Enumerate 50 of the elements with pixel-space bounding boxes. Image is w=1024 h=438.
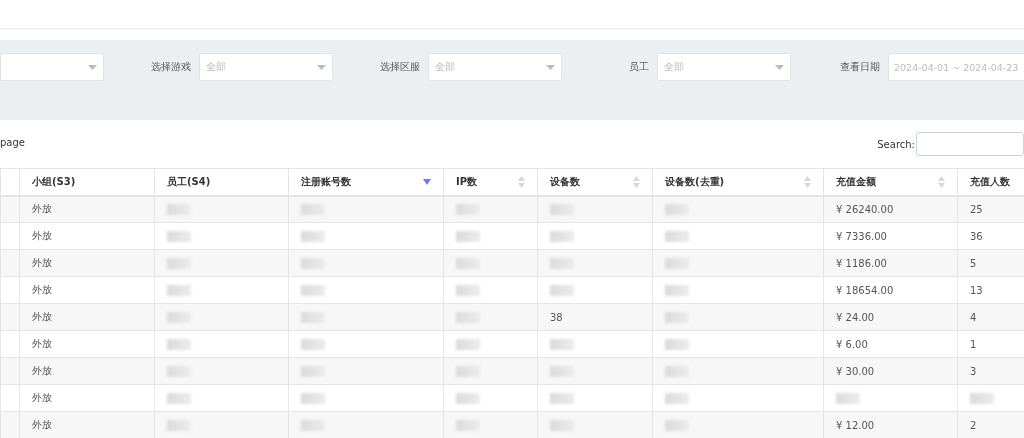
table-cell: 外放 <box>19 303 155 331</box>
table-cell: 1 <box>957 330 1024 358</box>
caret-icon <box>546 64 555 70</box>
table-cell: 外放 <box>19 357 155 385</box>
table-cell: 外放 <box>19 276 155 304</box>
page-length-text: page <box>0 137 25 148</box>
table-cell: 外放 <box>19 249 155 277</box>
table-cell: ¥ 26240.00 <box>823 195 958 223</box>
filter-label: 选择区服 <box>379 60 421 74</box>
table-cell: 外放 <box>19 195 155 223</box>
column-header[interactable]: IP数 <box>443 168 538 196</box>
caret-icon <box>775 64 784 70</box>
column-header[interactable]: 充值人数 <box>957 168 1024 196</box>
table-cell: 5 <box>957 249 1024 277</box>
table-cell: 36 <box>957 222 1024 250</box>
table-cell: 3 <box>957 357 1024 385</box>
filter-label: 员工 <box>628 60 650 74</box>
table-cell: 外放 <box>19 411 155 438</box>
table-cell: 38 <box>537 303 653 331</box>
sort-icon[interactable] <box>633 175 640 188</box>
column-header[interactable]: 设备数(去重) <box>652 168 824 196</box>
table-cell: ¥ 7336.00 <box>823 222 958 250</box>
column-header[interactable]: 充值金额 <box>823 168 958 196</box>
table-cell: 外放 <box>19 330 155 358</box>
search-label: Search: <box>877 138 915 150</box>
column-header[interactable]: 小组(S3) <box>19 168 155 196</box>
search-field[interactable] <box>916 132 1024 156</box>
column-header[interactable]: 注册账号数 <box>288 168 444 196</box>
sort-descending-icon[interactable] <box>423 178 431 185</box>
column-header[interactable]: 员工(S4) <box>154 168 289 196</box>
table-cell: ¥ 1186.00 <box>823 249 958 277</box>
table-cell: 4 <box>957 303 1024 331</box>
column-header[interactable]: 设备数 <box>537 168 653 196</box>
table-cell: 13 <box>957 276 1024 304</box>
table-cell: 25 <box>957 195 1024 223</box>
table-cell: 外放 <box>19 222 155 250</box>
table-cell: 外放 <box>19 384 155 412</box>
filter-label: 选择游戏 <box>150 60 192 74</box>
select-field[interactable] <box>0 53 104 81</box>
table-cell: ¥ 24.00 <box>823 303 958 331</box>
sort-icon[interactable] <box>518 175 525 188</box>
table-cell: ¥ 18654.00 <box>823 276 958 304</box>
table-cell: ¥ 12.00 <box>823 411 958 438</box>
table-cell: ¥ 30.00 <box>823 357 958 385</box>
caret-icon <box>317 64 326 70</box>
table-cell: ¥ 6.00 <box>823 330 958 358</box>
sort-icon[interactable] <box>938 175 945 188</box>
filter-label: 查看日期 <box>839 60 881 74</box>
caret-icon <box>88 64 97 70</box>
sort-icon[interactable] <box>804 175 811 188</box>
